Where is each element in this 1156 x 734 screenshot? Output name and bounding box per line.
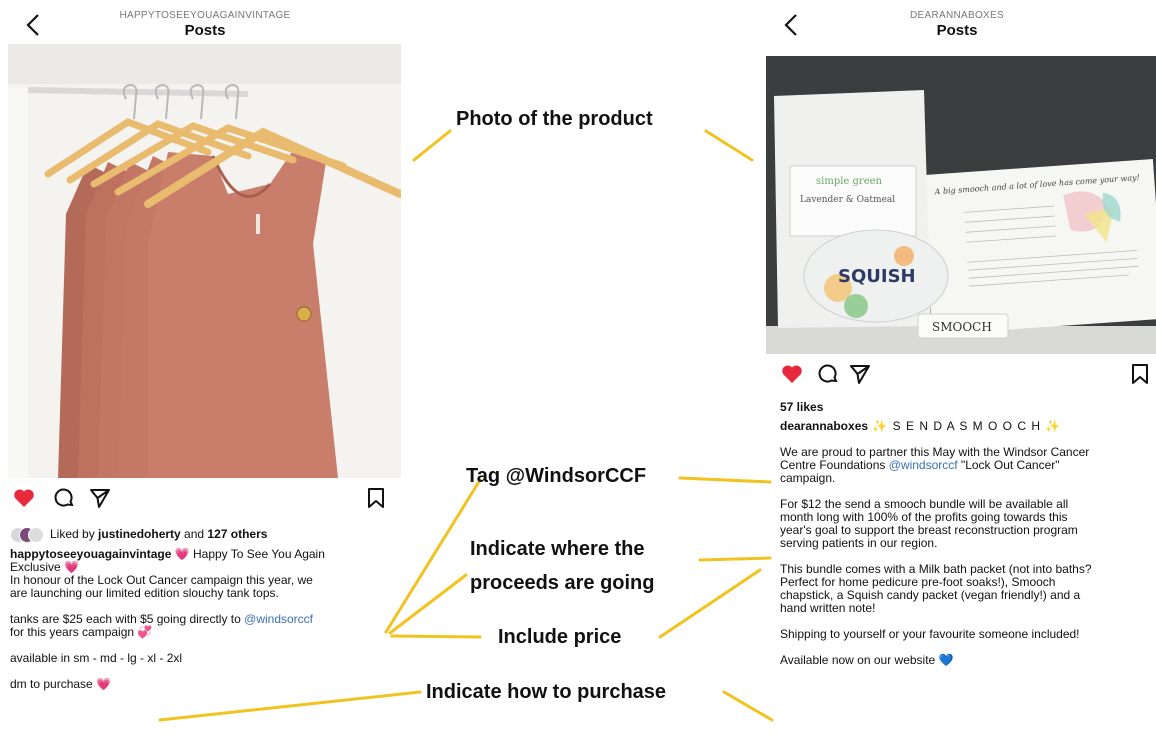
annotation-price: Include price [498, 626, 622, 648]
annotation-proceeds-line2: proceeds are going [470, 572, 655, 594]
annotation-proceeds-line1: Indicate where the [470, 538, 645, 560]
annotation-tag: Tag @WindsorCCF [466, 465, 647, 487]
annotation-photo: Photo of the product [456, 108, 653, 130]
annotation-purchase: Indicate how to purchase [426, 681, 667, 703]
